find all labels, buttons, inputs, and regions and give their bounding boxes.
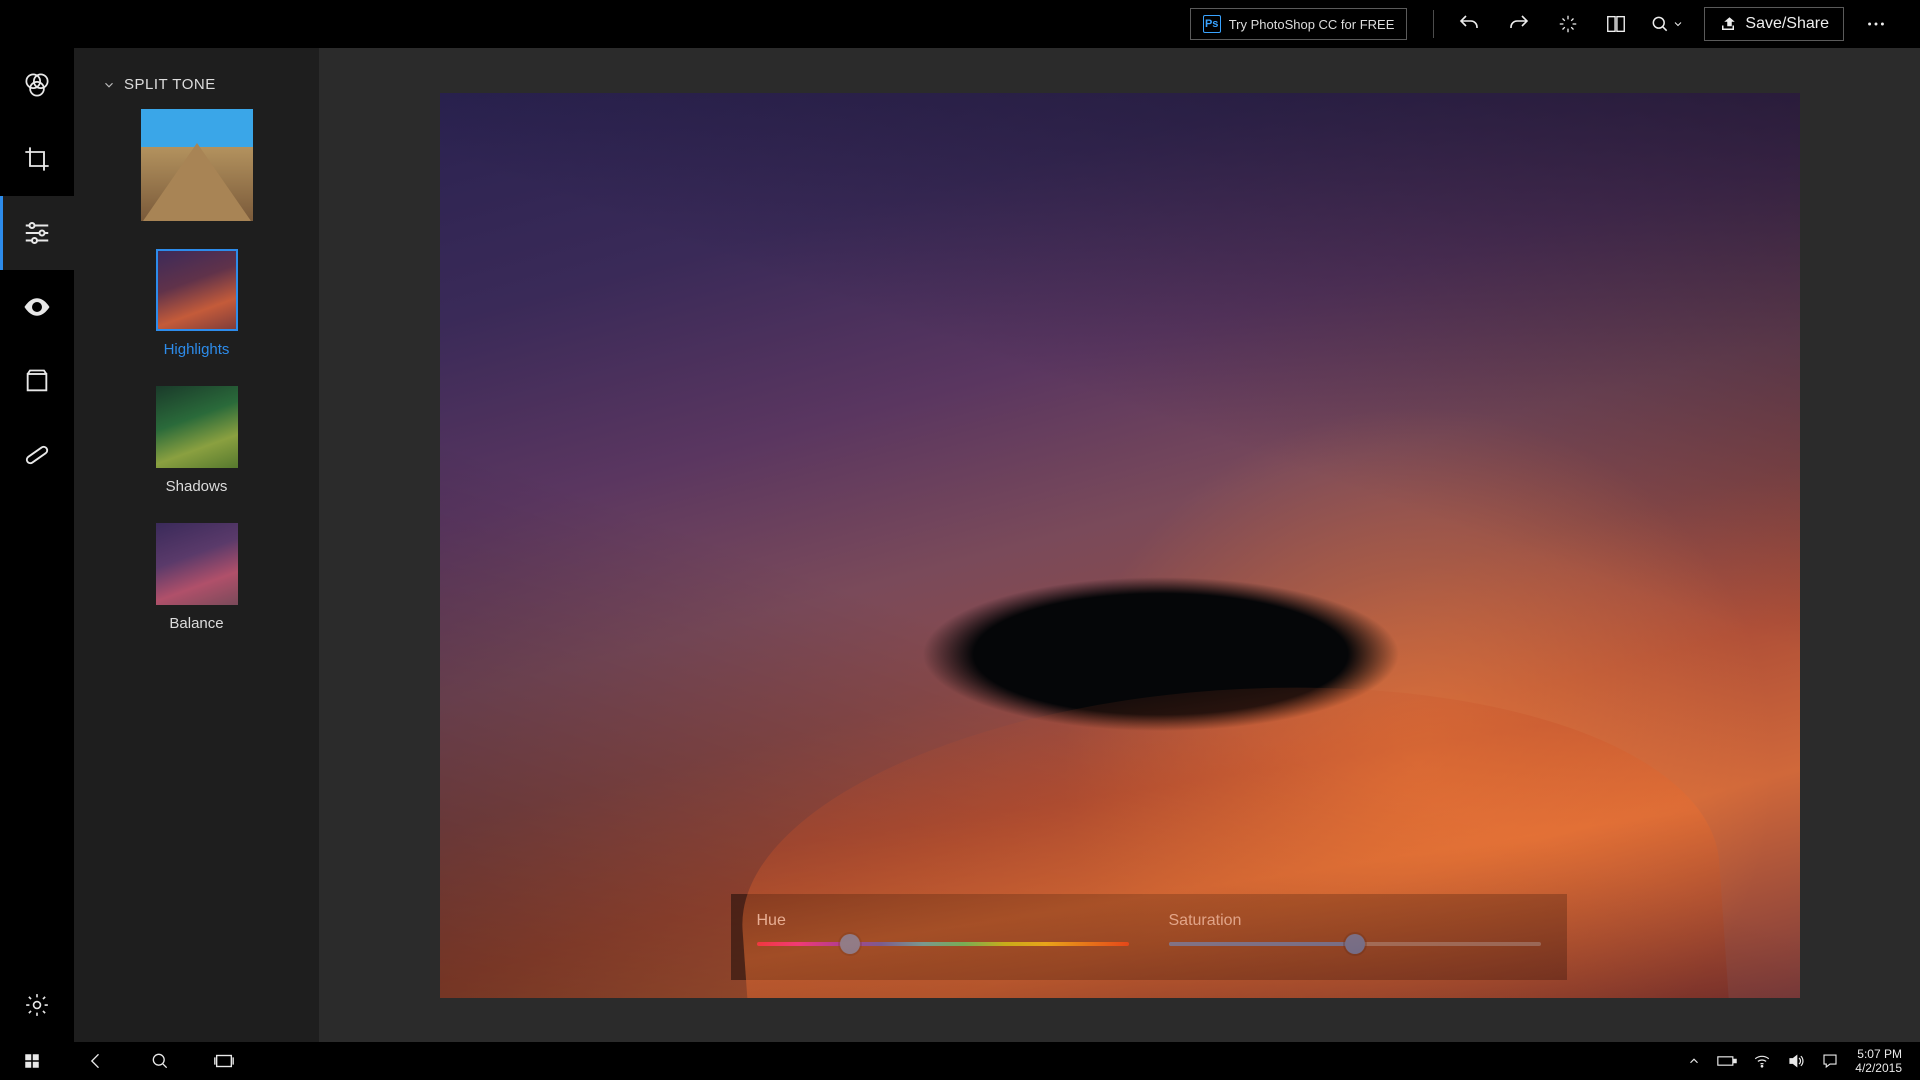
rail-item-filters[interactable] [0, 48, 74, 122]
undo-button[interactable] [1444, 0, 1494, 48]
crop-icon [23, 145, 51, 173]
rail-item-frames[interactable] [0, 344, 74, 418]
reference-thumbnail[interactable] [141, 109, 253, 221]
saturation-slider-handle[interactable] [1345, 934, 1365, 954]
back-button[interactable] [64, 1042, 128, 1080]
sliders-icon [22, 218, 52, 248]
option-shadows[interactable]: Shadows [156, 386, 238, 495]
system-clock[interactable]: 5:07 PM 4/2/2015 [1855, 1047, 1902, 1075]
option-highlights[interactable]: Highlights [156, 249, 238, 358]
hue-slider[interactable] [757, 942, 1129, 946]
save-share-label: Save/Share [1745, 15, 1829, 33]
filters-icon [22, 70, 52, 100]
windows-taskbar: 5:07 PM 4/2/2015 [0, 1042, 1920, 1080]
separator [1433, 10, 1434, 38]
top-bar: Ps Try PhotoShop CC for FREE Save/Share [0, 0, 1920, 48]
zoom-icon [1650, 14, 1670, 34]
highlights-thumbnail [156, 249, 238, 331]
sparkle-icon [1557, 13, 1579, 35]
auto-enhance-button[interactable] [1544, 0, 1592, 48]
shadows-thumbnail [156, 386, 238, 468]
bandage-icon [23, 441, 51, 469]
chevron-down-icon [1672, 18, 1684, 30]
task-view-icon [213, 1050, 235, 1072]
panel-header[interactable]: SPLIT TONE [74, 76, 319, 103]
photo-canvas[interactable]: Hue Saturation [440, 93, 1800, 998]
balance-thumbnail [156, 523, 238, 605]
saturation-fill [1169, 942, 1355, 946]
redo-button[interactable] [1494, 0, 1544, 48]
rail-item-redeye[interactable] [0, 270, 74, 344]
search-button[interactable] [128, 1042, 192, 1080]
saturation-label: Saturation [1169, 912, 1541, 930]
saturation-slider[interactable] [1169, 942, 1541, 946]
rail-item-crop[interactable] [0, 122, 74, 196]
wifi-icon[interactable] [1753, 1052, 1771, 1070]
start-button[interactable] [0, 1042, 64, 1080]
slider-hud: Hue Saturation [731, 894, 1567, 980]
search-icon [150, 1051, 170, 1071]
save-share-button[interactable]: Save/Share [1704, 7, 1844, 41]
rail-item-adjust[interactable] [0, 196, 74, 270]
compare-icon [1605, 13, 1627, 35]
zoom-menu[interactable] [1640, 14, 1694, 34]
tray-chevron-up-icon[interactable] [1687, 1054, 1701, 1068]
eye-icon [22, 292, 52, 322]
volume-icon[interactable] [1787, 1052, 1805, 1070]
battery-icon[interactable] [1717, 1054, 1737, 1068]
compare-button[interactable] [1592, 0, 1640, 48]
ellipsis-icon [1865, 13, 1887, 35]
windows-icon [23, 1052, 41, 1070]
option-label: Balance [169, 615, 223, 632]
adjust-panel: SPLIT TONE Highlights Shadows Balance [74, 48, 319, 1042]
option-label: Shadows [166, 478, 228, 495]
more-menu-button[interactable] [1852, 0, 1900, 48]
task-view-button[interactable] [192, 1042, 256, 1080]
saturation-slider-group: Saturation [1169, 912, 1541, 960]
try-photoshop-label: Try PhotoShop CC for FREE [1229, 17, 1395, 32]
settings-button[interactable] [0, 968, 74, 1042]
action-center-icon[interactable] [1821, 1052, 1839, 1070]
gear-icon [24, 992, 50, 1018]
canvas-area: Hue Saturation [319, 48, 1920, 1042]
clock-date: 4/2/2015 [1855, 1061, 1902, 1075]
frame-icon [23, 367, 51, 395]
share-icon [1719, 15, 1737, 33]
chevron-down-icon [102, 78, 116, 92]
hue-slider-group: Hue [757, 912, 1129, 960]
tool-rail [0, 48, 74, 1042]
option-label: Highlights [164, 341, 230, 358]
redo-icon [1507, 12, 1531, 36]
arrow-left-icon [86, 1051, 106, 1071]
undo-icon [1457, 12, 1481, 36]
try-photoshop-button[interactable]: Ps Try PhotoShop CC for FREE [1190, 8, 1408, 40]
hue-slider-handle[interactable] [840, 934, 860, 954]
panel-title: SPLIT TONE [124, 76, 216, 93]
rail-item-heal[interactable] [0, 418, 74, 492]
ps-badge-icon: Ps [1203, 15, 1221, 33]
clock-time: 5:07 PM [1855, 1047, 1902, 1061]
option-balance[interactable]: Balance [156, 523, 238, 632]
hue-label: Hue [757, 912, 1129, 930]
